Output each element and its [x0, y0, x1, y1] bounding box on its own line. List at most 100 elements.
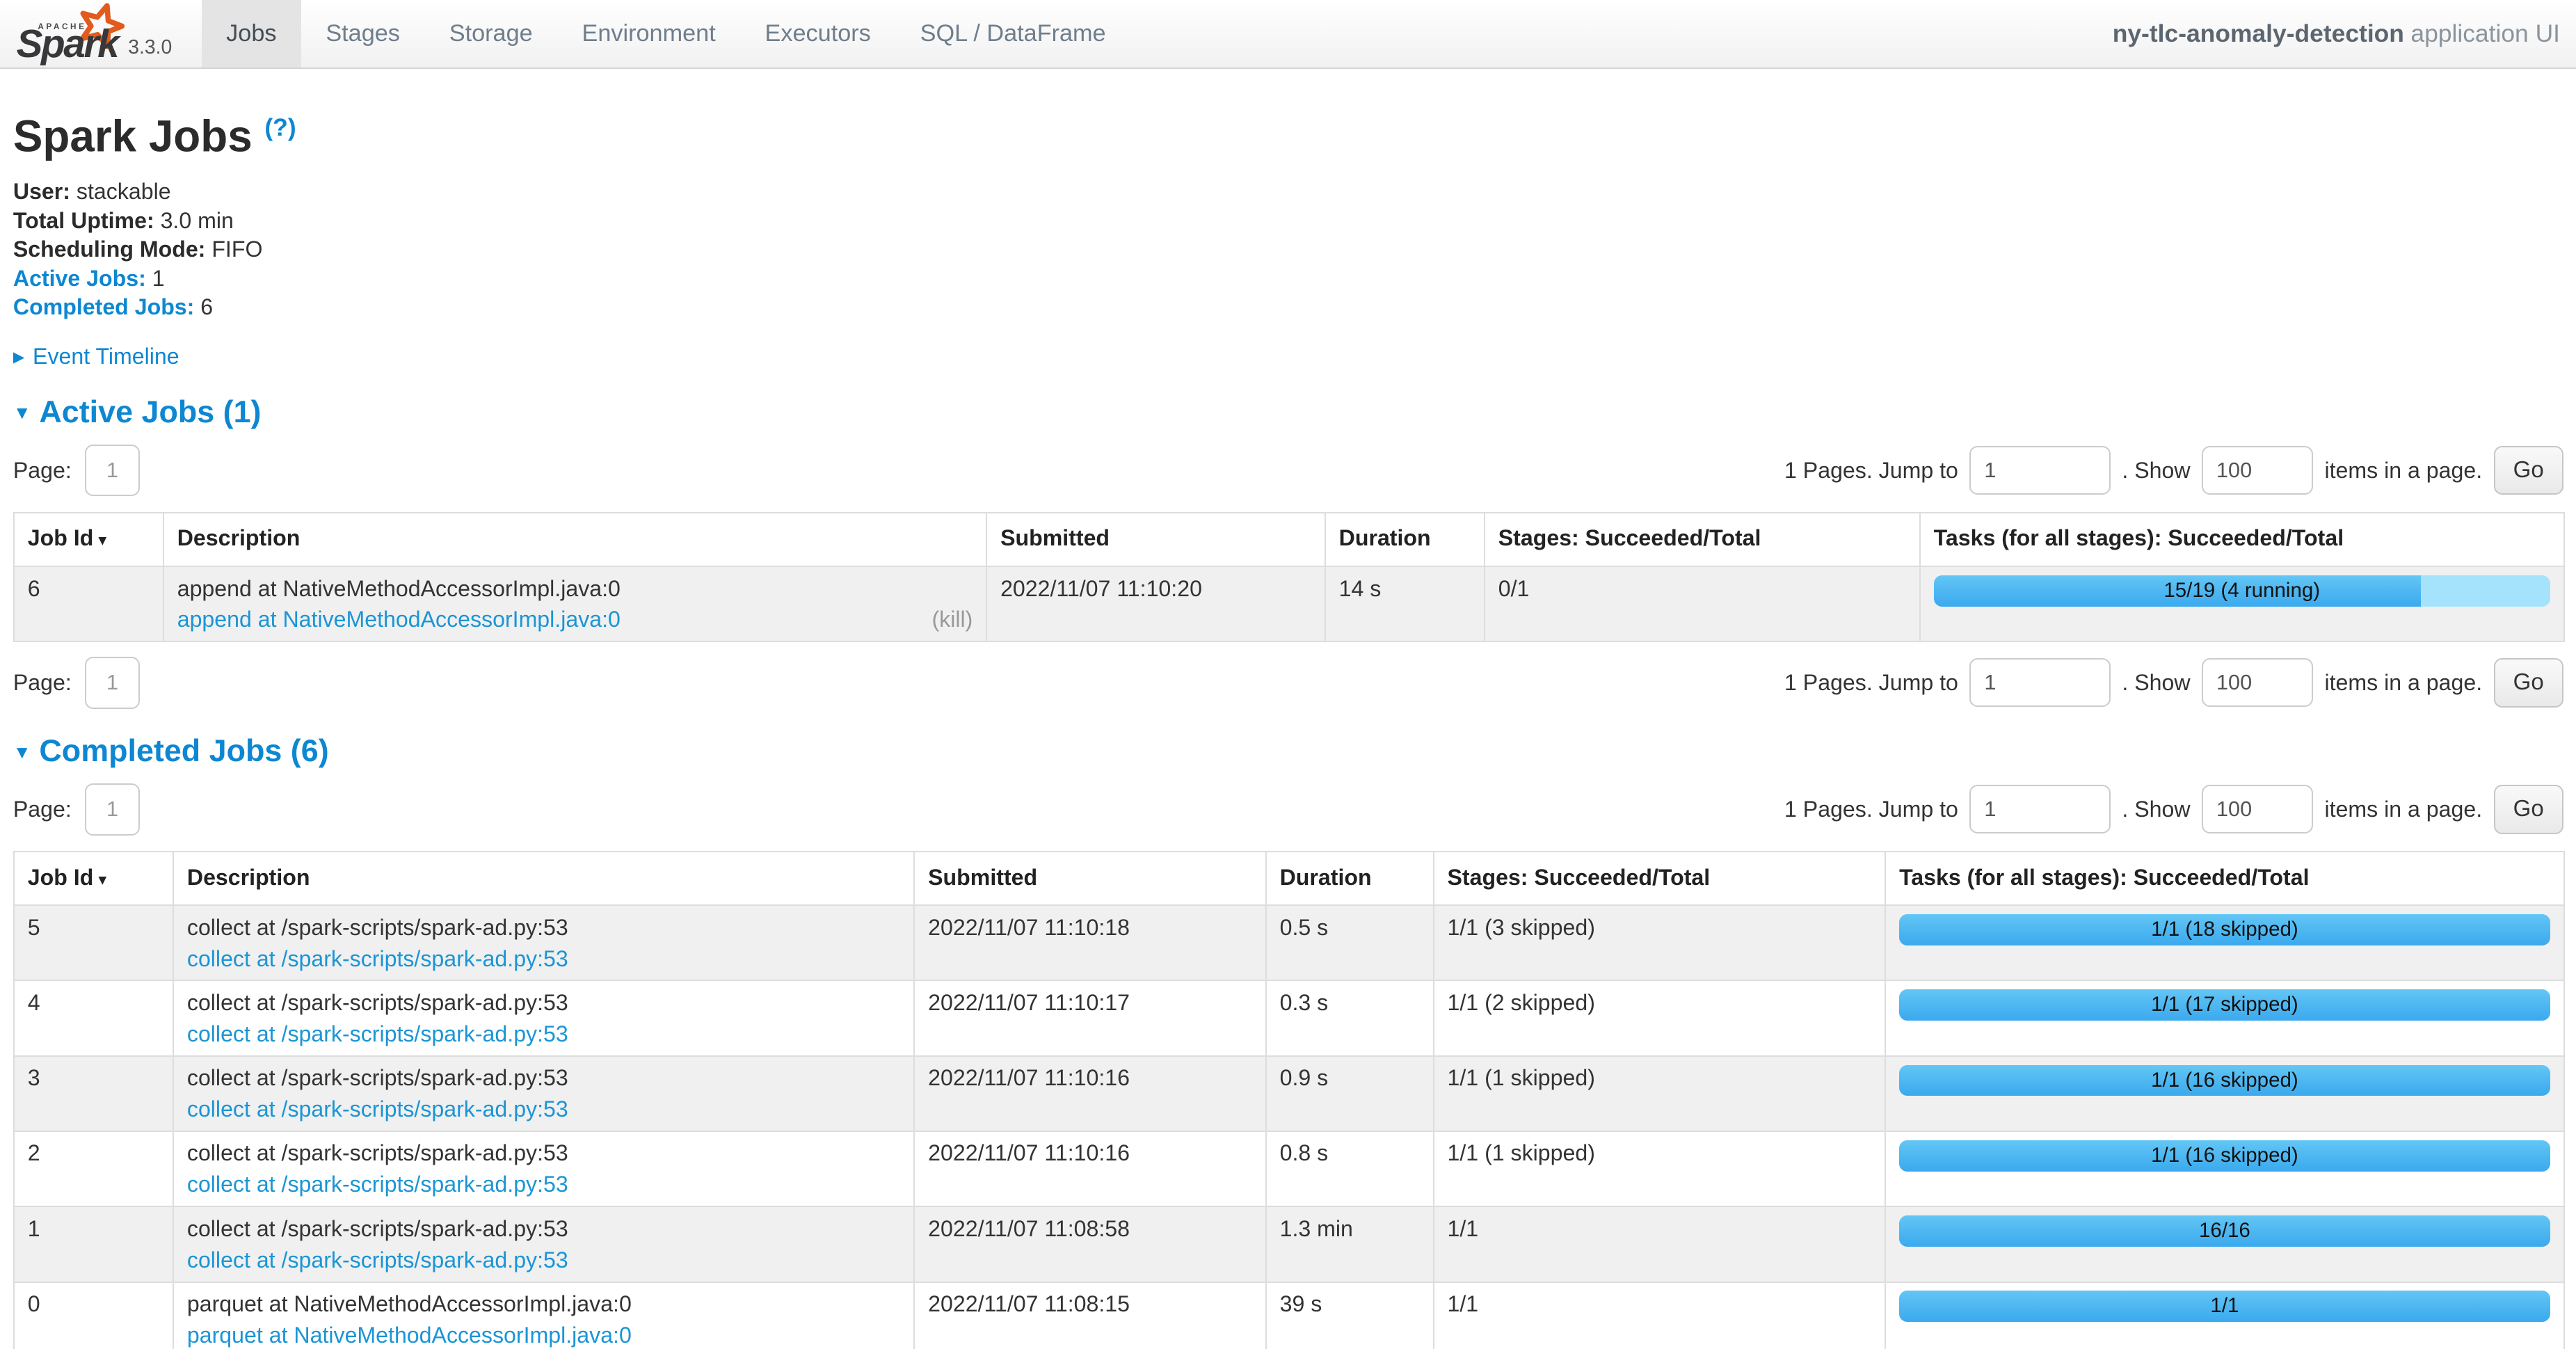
event-timeline-toggle[interactable]: ▶Event Timeline	[13, 344, 2563, 369]
job-detail-link[interactable]: collect at /spark-scripts/spark-ad.py:53	[187, 1094, 568, 1124]
duration-cell: 39 s	[1266, 1282, 1434, 1349]
nav-tab-stages[interactable]: Stages	[301, 0, 424, 67]
submitted-cell: 2022/11/07 11:10:16	[914, 1056, 1265, 1131]
job-description-links: collect at /spark-scripts/spark-ad.py:53	[187, 1094, 900, 1124]
duration-cell: 0.9 s	[1266, 1056, 1434, 1131]
items-per-page-input[interactable]	[2202, 446, 2313, 495]
items-per-page-input[interactable]	[2202, 785, 2313, 833]
pages-jump-text: 1 Pages. Jump to	[1784, 797, 1958, 822]
progress-label: 1/1 (18 skipped)	[1899, 914, 2550, 945]
progress-label: 16/16	[1899, 1215, 2550, 1247]
nav-tab-executors[interactable]: Executors	[740, 0, 895, 67]
active-jobs-pagination-bottom: Page: 1 Pages. Jump to . Show items in a…	[13, 657, 2563, 708]
job-detail-link[interactable]: collect at /spark-scripts/spark-ad.py:53	[187, 1019, 568, 1049]
column-header-tasks[interactable]: Tasks (for all stages): Succeeded/Total	[1885, 852, 2564, 905]
duration-cell: 1.3 min	[1266, 1206, 1434, 1282]
tasks-cell: 1/1 (17 skipped)	[1885, 980, 2564, 1055]
page-number-input[interactable]	[85, 657, 141, 709]
submitted-cell: 2022/11/07 11:10:20	[986, 566, 1325, 641]
job-id-cell: 6	[14, 566, 163, 641]
active-jobs-section-header[interactable]: ▼Active Jobs (1)	[13, 394, 2563, 430]
navbar: APACHE Spark 3.3.0 JobsStagesStorageEnvi…	[0, 0, 2576, 69]
stages-cell: 1/1 (3 skipped)	[1434, 905, 1886, 980]
job-description-links: collect at /spark-scripts/spark-ad.py:53	[187, 944, 900, 974]
column-header-job[interactable]: Job Id▾	[14, 852, 173, 905]
tasks-progress-bar: 1/1 (18 skipped)	[1899, 914, 2550, 945]
job-detail-link[interactable]: parquet at NativeMethodAccessorImpl.java…	[187, 1320, 632, 1349]
job-id-cell: 1	[14, 1206, 173, 1282]
job-row: 0parquet at NativeMethodAccessorImpl.jav…	[14, 1282, 2564, 1349]
spark-logo-image: APACHE Spark	[17, 6, 118, 62]
duration-cell: 0.8 s	[1266, 1131, 1434, 1206]
column-header-description[interactable]: Description	[163, 513, 986, 566]
go-button[interactable]: Go	[2494, 658, 2563, 708]
summary-value: stackable	[77, 179, 171, 204]
column-header-submitted[interactable]: Submitted	[914, 852, 1265, 905]
page-number-input[interactable]	[85, 783, 141, 836]
tasks-cell: 15/19 (4 running)	[1920, 566, 2564, 641]
progress-label: 15/19 (4 running)	[1934, 575, 2550, 607]
page-number-input[interactable]	[85, 445, 141, 497]
page-label: Page:	[13, 458, 72, 484]
column-header-description[interactable]: Description	[173, 852, 914, 905]
column-header-duration[interactable]: Duration	[1325, 513, 1485, 566]
tasks-progress-bar: 1/1	[1899, 1291, 2550, 1322]
help-link[interactable]: (?)	[264, 113, 296, 141]
summary-value: 1	[152, 266, 165, 291]
submitted-cell: 2022/11/07 11:10:17	[914, 980, 1265, 1055]
tasks-progress-bar: 16/16	[1899, 1215, 2550, 1247]
stages-cell: 1/1 (1 skipped)	[1434, 1131, 1886, 1206]
nav-tab-storage[interactable]: Storage	[424, 0, 557, 67]
duration-cell: 0.5 s	[1266, 905, 1434, 980]
nav-tab-environment[interactable]: Environment	[557, 0, 740, 67]
column-header-job[interactable]: Job Id▾	[14, 513, 163, 566]
stages-cell: 1/1 (1 skipped)	[1434, 1056, 1886, 1131]
jump-to-page-input[interactable]	[1969, 658, 2110, 707]
summary-value: 6	[200, 294, 213, 319]
summary-label[interactable]: Completed Jobs:	[13, 294, 194, 319]
tasks-cell: 1/1 (16 skipped)	[1885, 1056, 2564, 1131]
column-header-stages[interactable]: Stages: Succeeded/Total	[1434, 852, 1886, 905]
jump-to-page-input[interactable]	[1969, 446, 2110, 495]
job-description-text: collect at /spark-scripts/spark-ad.py:53	[187, 1063, 900, 1093]
jump-to-page-input[interactable]	[1969, 785, 2110, 833]
job-detail-link[interactable]: collect at /spark-scripts/spark-ad.py:53	[187, 1170, 568, 1199]
column-header-duration[interactable]: Duration	[1266, 852, 1434, 905]
spark-logo[interactable]: APACHE Spark 3.3.0	[0, 0, 189, 67]
job-row: 4 collect at /spark-scripts/spark-ad.py:5…	[14, 980, 2564, 1055]
description-cell: append at NativeMethodAccessorImpl.java:…	[163, 566, 986, 641]
job-id-cell: 5	[14, 905, 173, 980]
column-header-submitted[interactable]: Submitted	[986, 513, 1325, 566]
summary-label: Scheduling Mode:	[13, 237, 206, 262]
job-row: 1 collect at /spark-scripts/spark-ad.py:5…	[14, 1206, 2564, 1282]
show-text: . Show	[2122, 458, 2190, 484]
job-detail-link[interactable]: collect at /spark-scripts/spark-ad.py:53	[187, 1245, 568, 1275]
job-detail-link[interactable]: collect at /spark-scripts/spark-ad.py:53	[187, 944, 568, 974]
summary-label[interactable]: Active Jobs:	[13, 266, 146, 291]
spark-brand-label: Spark	[17, 26, 118, 63]
job-description-text: collect at /spark-scripts/spark-ad.py:53	[187, 913, 900, 943]
completed-jobs-title: Completed Jobs (6)	[39, 733, 328, 768]
job-description-links: append at NativeMethodAccessorImpl.java:…	[177, 605, 973, 634]
items-per-page-input[interactable]	[2202, 658, 2313, 707]
stages-cell: 1/1	[1434, 1206, 1886, 1282]
go-button[interactable]: Go	[2494, 446, 2563, 495]
show-text: . Show	[2122, 670, 2190, 696]
submitted-cell: 2022/11/07 11:10:18	[914, 905, 1265, 980]
summary-item: Total Uptime: 3.0 min	[13, 207, 2563, 236]
go-button[interactable]: Go	[2494, 785, 2563, 834]
completed-jobs-section-header[interactable]: ▼Completed Jobs (6)	[13, 733, 2563, 769]
page-label: Page:	[13, 797, 72, 822]
description-cell: collect at /spark-scripts/spark-ad.py:53…	[173, 1056, 914, 1131]
nav-tab-jobs[interactable]: Jobs	[202, 0, 301, 67]
column-header-stages[interactable]: Stages: Succeeded/Total	[1485, 513, 1920, 566]
nav-tabs: JobsStagesStorageEnvironmentExecutorsSQL…	[202, 0, 1130, 67]
job-id-cell: 4	[14, 980, 173, 1055]
column-header-tasks[interactable]: Tasks (for all stages): Succeeded/Total	[1920, 513, 2564, 566]
job-detail-link[interactable]: append at NativeMethodAccessorImpl.java:…	[177, 605, 621, 634]
kill-job-link[interactable]: (kill)	[931, 605, 973, 634]
application-title: ny-tlc-anomaly-detection application UI	[2113, 0, 2560, 67]
nav-tab-sql-dataframe[interactable]: SQL / DataFrame	[895, 0, 1130, 67]
stages-cell: 0/1	[1485, 566, 1920, 641]
submitted-cell: 2022/11/07 11:08:15	[914, 1282, 1265, 1349]
